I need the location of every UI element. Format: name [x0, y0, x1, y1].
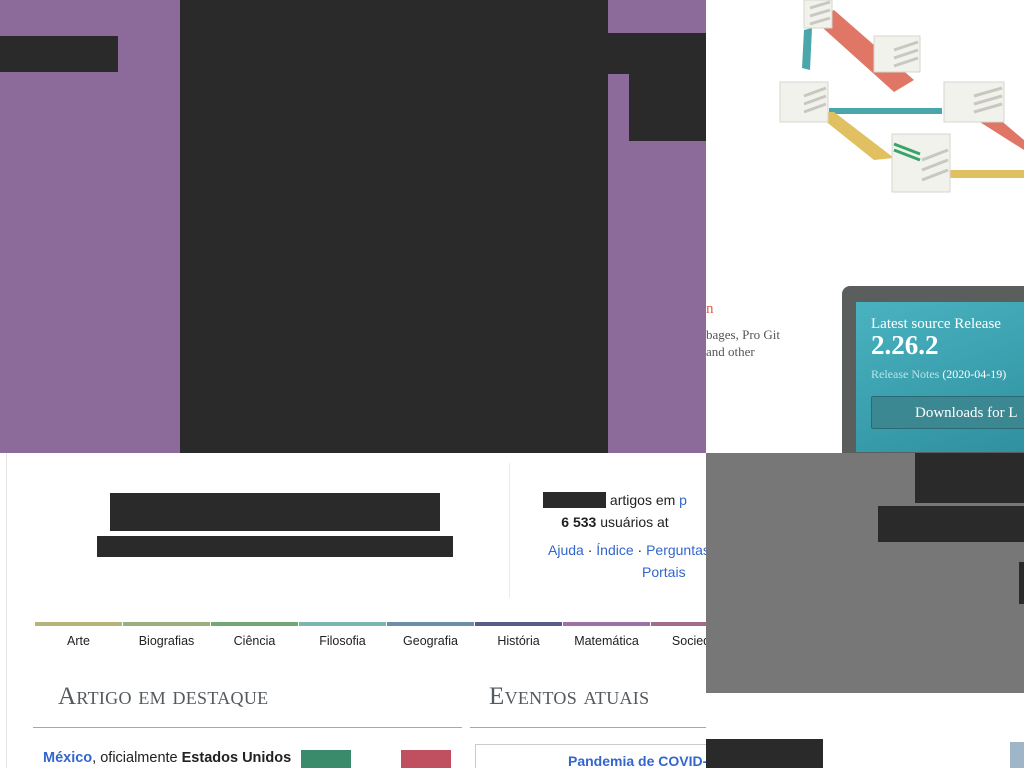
portais-link[interactable]: Portais: [642, 561, 686, 583]
category-historia[interactable]: História: [475, 622, 562, 652]
stats-language-link[interactable]: p: [679, 492, 687, 508]
redacted-subheading: [97, 536, 453, 557]
stats-line-articles: artigos em p: [520, 489, 706, 511]
featured-title-rule: [33, 727, 462, 728]
featured-article-text: México, oficialmente Estados Unidos: [43, 750, 291, 766]
featured-text-middle: , oficialmente: [92, 750, 182, 766]
category-biografias[interactable]: Biografias: [123, 622, 210, 652]
stats-users-count: 6 533: [561, 514, 597, 530]
category-ciencia[interactable]: Ciência: [211, 622, 298, 652]
redacted-article-count: [543, 492, 607, 508]
dark-block-a: [915, 453, 1024, 503]
featured-image-green[interactable]: [301, 750, 351, 768]
category-sociedade[interactable]: Socieda: [651, 622, 706, 652]
dark-panel-center: [180, 0, 608, 453]
stats-articles-text: artigos em: [609, 492, 676, 508]
corner-icon[interactable]: [1010, 742, 1024, 768]
stats-block: artigos em p 6 533 usuários at: [520, 489, 706, 533]
dark-bar-left: [0, 36, 118, 72]
release-date: (2020-04-19): [942, 367, 1007, 381]
category-filosofia[interactable]: Filosofia: [299, 622, 386, 652]
stats-users-text: usuários at: [600, 514, 669, 530]
help-link-perguntas[interactable]: Perguntas: [646, 542, 706, 558]
category-bar: Arte Biografias Ciência Filosofia Geogra…: [35, 622, 706, 652]
redacted-heading: [110, 493, 440, 531]
featured-text-bold: Estados Unidos: [181, 750, 292, 766]
branching-diagram-illustration: [779, 0, 1024, 193]
category-arte[interactable]: Arte: [35, 622, 122, 652]
separator: ·: [633, 542, 647, 558]
help-link-indice[interactable]: Índice: [596, 542, 633, 558]
dark-block-bottom: [706, 739, 823, 768]
featured-article-title: Artigo em destaque: [58, 683, 269, 710]
git-description-line2: and other: [706, 344, 755, 359]
category-geografia[interactable]: Geografia: [387, 622, 474, 652]
left-border: [6, 453, 7, 768]
events-title-rule: [470, 727, 706, 728]
release-notes-link[interactable]: Release Notes: [871, 367, 939, 381]
wikipedia-fragment: artigos em p 6 533 usuários at Ajuda · Í…: [0, 453, 706, 768]
separator: ·: [583, 542, 597, 558]
help-links: Ajuda · Índice · Perguntas: [548, 539, 706, 561]
git-description-line1: bages, Pro Git: [706, 327, 781, 342]
dark-block-c: [1019, 562, 1024, 604]
git-orange-text[interactable]: n: [706, 301, 714, 318]
release-version: 2.26.2: [871, 330, 939, 360]
vertical-divider: [509, 463, 510, 598]
covid-link[interactable]: Pandemia de COVID-: [568, 753, 706, 768]
category-matematica[interactable]: Matemática: [563, 622, 650, 652]
release-notes: Release Notes (2020-04-19): [871, 367, 1006, 382]
stats-line-users: 6 533 usuários at: [520, 511, 706, 533]
help-link-ajuda[interactable]: Ajuda: [548, 542, 584, 558]
current-events-title: Eventos atuais: [489, 683, 650, 710]
download-button[interactable]: Downloads for L: [871, 396, 1024, 429]
featured-image-red[interactable]: [401, 750, 451, 768]
dark-block-b: [878, 506, 1024, 542]
featured-link-mexico[interactable]: México: [43, 750, 92, 766]
git-description: bages, Pro Git and other: [706, 326, 816, 360]
